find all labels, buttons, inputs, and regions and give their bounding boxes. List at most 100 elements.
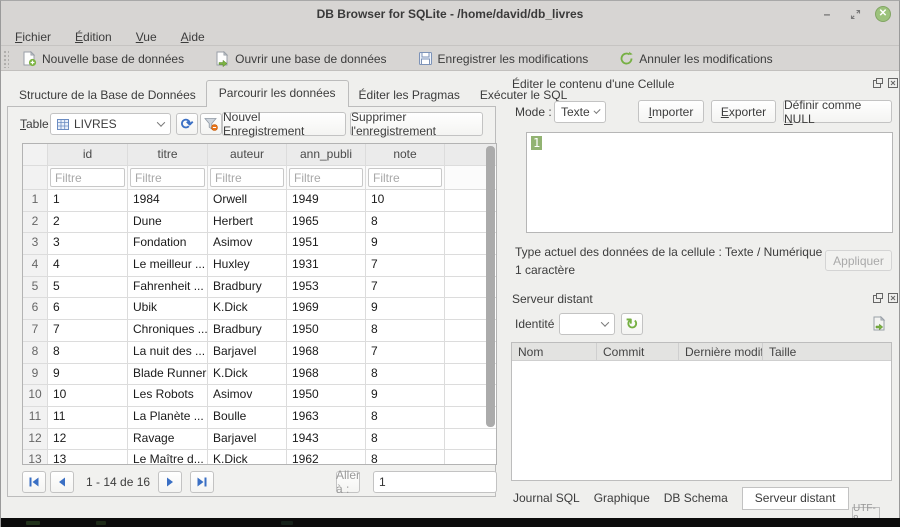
cell-note[interactable]: 7 <box>366 342 445 364</box>
cell-auteur[interactable]: Asimov <box>208 385 287 407</box>
cell-ann-publi[interactable]: 1969 <box>287 298 366 320</box>
cell-id[interactable]: 13 <box>48 450 128 465</box>
goto-button[interactable]: Aller à : <box>336 471 360 493</box>
column-header-ann-publi[interactable]: ann_publi <box>287 144 366 166</box>
previous-page-button[interactable] <box>50 471 74 493</box>
column-header-titre[interactable]: titre <box>128 144 208 166</box>
cell-auteur[interactable]: Barjavel <box>208 342 287 364</box>
close-panel-icon[interactable] <box>887 292 899 304</box>
cell-titre[interactable]: Ubik <box>128 298 208 320</box>
cell-auteur[interactable]: Asimov <box>208 233 287 255</box>
save-changes-button[interactable]: Enregistrer les modifications <box>410 49 597 68</box>
cell-id[interactable]: 12 <box>48 429 128 451</box>
export-button[interactable]: Exporter <box>711 100 776 123</box>
cell-note[interactable]: 10 <box>366 190 445 212</box>
last-page-button[interactable] <box>190 471 214 493</box>
cell-ann-publi[interactable]: 1953 <box>287 277 366 299</box>
row-number[interactable]: 10 <box>23 385 48 407</box>
table-select[interactable]: LIVRES <box>50 113 171 135</box>
cell-id[interactable]: 6 <box>48 298 128 320</box>
row-number[interactable]: 13 <box>23 450 48 465</box>
menu-edition[interactable]: Édition <box>65 29 122 45</box>
filter-input-titre[interactable] <box>130 168 205 187</box>
column-header-id[interactable]: id <box>48 144 128 166</box>
cell-ann-publi[interactable]: 1963 <box>287 407 366 429</box>
cell-ann-publi[interactable]: 1968 <box>287 364 366 386</box>
row-number[interactable]: 11 <box>23 407 48 429</box>
cell-ann-publi[interactable]: 1968 <box>287 342 366 364</box>
cell-auteur[interactable]: Bradbury <box>208 320 287 342</box>
cell-auteur[interactable]: Barjavel <box>208 429 287 451</box>
cell-titre[interactable]: Le Maître d... <box>128 450 208 465</box>
identity-select[interactable] <box>559 313 615 335</box>
menu-aide[interactable]: Aide <box>171 29 215 45</box>
toolbar-drag-handle[interactable] <box>3 50 9 68</box>
remote-column-commit[interactable]: Commit <box>597 343 679 360</box>
float-panel-icon[interactable] <box>872 77 884 89</box>
row-number[interactable]: 7 <box>23 320 48 342</box>
cell-auteur[interactable]: Bradbury <box>208 277 287 299</box>
refresh-button[interactable]: ⟳ <box>176 113 198 135</box>
cell-ann-publi[interactable]: 1951 <box>287 233 366 255</box>
next-page-button[interactable] <box>158 471 182 493</box>
row-number[interactable]: 8 <box>23 342 48 364</box>
row-number[interactable]: 1 <box>23 190 48 212</box>
close-button[interactable]: ✕ <box>875 6 891 22</box>
cell-ann-publi[interactable]: 1943 <box>287 429 366 451</box>
cell-id[interactable]: 11 <box>48 407 128 429</box>
filter-input-id[interactable] <box>50 168 125 187</box>
cell-id[interactable]: 1 <box>48 190 128 212</box>
tab-pragmas[interactable]: Éditer les Pragmas <box>349 84 470 107</box>
cell-note[interactable]: 8 <box>366 212 445 234</box>
cell-ann-publi[interactable]: 1931 <box>287 255 366 277</box>
tab-db-schema[interactable]: DB Schema <box>664 491 728 505</box>
cell-id[interactable]: 5 <box>48 277 128 299</box>
cell-id[interactable]: 4 <box>48 255 128 277</box>
titlebar[interactable]: DB Browser for SQLite - /home/david/db_l… <box>1 1 899 27</box>
row-number[interactable]: 3 <box>23 233 48 255</box>
cell-note[interactable]: 8 <box>366 429 445 451</box>
remote-column-taille[interactable]: Taille <box>763 343 891 360</box>
filter-input-note[interactable] <box>368 168 442 187</box>
new-database-button[interactable]: Nouvelle base de données <box>14 49 192 69</box>
tab-browse-data[interactable]: Parcourir les données <box>206 80 349 107</box>
remote-column-modification[interactable]: Dernière modific <box>679 343 763 360</box>
cell-titre[interactable]: Chroniques ... <box>128 320 208 342</box>
minimize-button[interactable]: – <box>819 6 835 22</box>
cell-id[interactable]: 7 <box>48 320 128 342</box>
tab-structure[interactable]: Structure de la Base de Données <box>9 84 206 107</box>
cell-auteur[interactable]: Orwell <box>208 190 287 212</box>
delete-record-button[interactable]: Supprimer l'enregistrement <box>350 112 483 136</box>
menu-fichier[interactable]: Fichier <box>5 29 61 45</box>
cell-id[interactable]: 8 <box>48 342 128 364</box>
row-number[interactable]: 4 <box>23 255 48 277</box>
cell-note[interactable]: 7 <box>366 277 445 299</box>
cell-titre[interactable]: Dune <box>128 212 208 234</box>
tab-journal-sql[interactable]: Journal SQL <box>513 491 580 505</box>
cell-auteur[interactable]: Herbert <box>208 212 287 234</box>
filter-input-ann-publi[interactable] <box>289 168 363 187</box>
cell-titre[interactable]: La Planète ... <box>128 407 208 429</box>
import-button[interactable]: Importer <box>638 100 704 123</box>
cell-note[interactable]: 8 <box>366 320 445 342</box>
cell-titre[interactable]: La nuit des ... <box>128 342 208 364</box>
cell-ann-publi[interactable]: 1950 <box>287 320 366 342</box>
cell-titre[interactable]: Le meilleur ... <box>128 255 208 277</box>
apply-button[interactable]: Appliquer <box>825 250 892 271</box>
cell-note[interactable]: 8 <box>366 450 445 465</box>
cell-titre[interactable]: Ravage <box>128 429 208 451</box>
clear-filters-button[interactable] <box>200 113 222 135</box>
remote-column-nom[interactable]: Nom <box>512 343 597 360</box>
row-number[interactable]: 6 <box>23 298 48 320</box>
row-number[interactable]: 12 <box>23 429 48 451</box>
new-record-button[interactable]: Nouvel Enregistrement <box>222 112 346 136</box>
mode-select[interactable]: Texte <box>554 101 606 123</box>
cell-note[interactable]: 8 <box>366 364 445 386</box>
cell-content-editor[interactable]: 1 <box>526 132 893 233</box>
menu-vue[interactable]: Vue <box>126 29 167 45</box>
cell-id[interactable]: 9 <box>48 364 128 386</box>
cell-titre[interactable]: Fondation <box>128 233 208 255</box>
row-number[interactable]: 9 <box>23 364 48 386</box>
cell-id[interactable]: 10 <box>48 385 128 407</box>
cell-note[interactable]: 9 <box>366 233 445 255</box>
